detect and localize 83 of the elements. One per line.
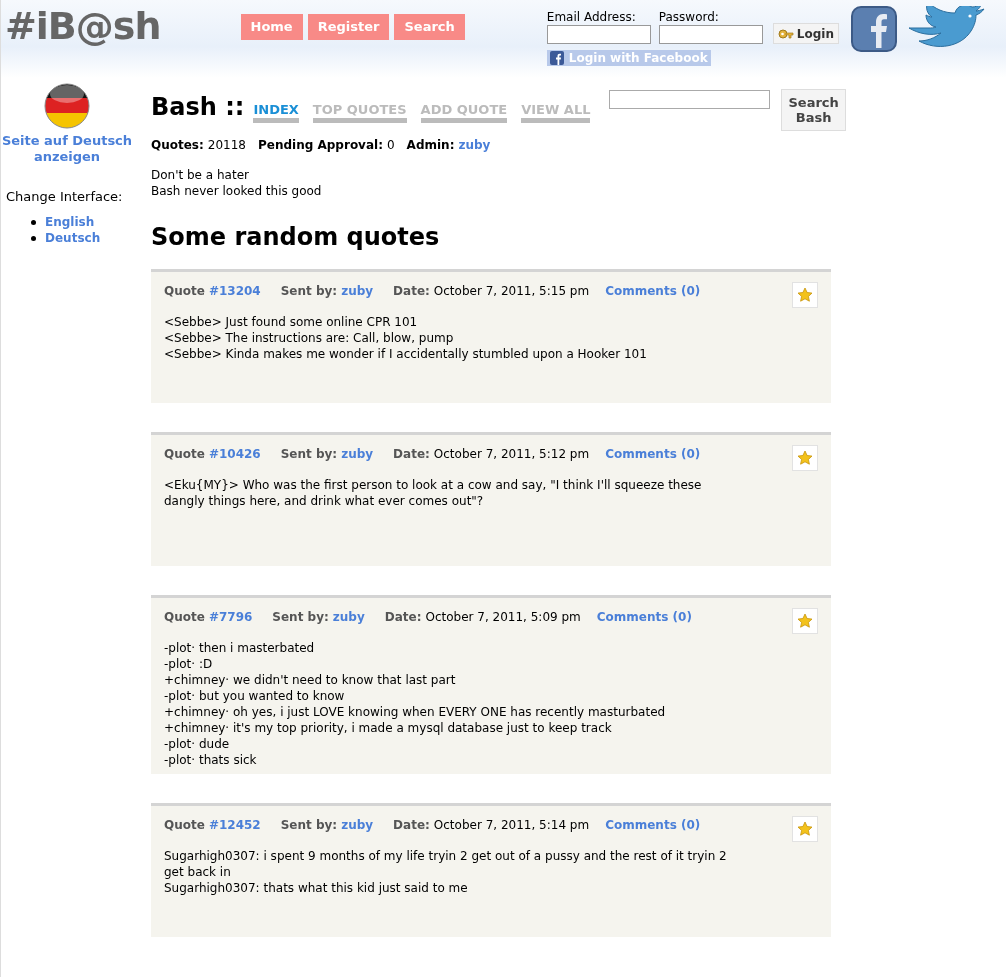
nav-tab[interactable]: ADD QUOTE <box>420 102 508 123</box>
quote-line: +chimney· we didn't need to know that last part <box>164 672 457 688</box>
quote-date: October 7, 2011, 5:09 pm <box>425 610 581 624</box>
admin-link[interactable]: zuby <box>458 138 491 152</box>
sender-link[interactable]: zuby <box>341 818 374 832</box>
email-field[interactable] <box>546 25 651 44</box>
nav-tab[interactable]: VIEW ALL <box>521 102 591 123</box>
stat-label: Pending Approval: <box>258 138 383 152</box>
search-button[interactable]: Search Bash <box>781 89 846 131</box>
quote-number-link[interactable]: #10426 <box>208 447 261 461</box>
quote-line: Sugarhigh0307: i spent 9 months of my life tryin 2 get out of a pussy and the rest of it tryin 2 get back in <box>164 848 728 880</box>
sent-by-label: Sent by: <box>280 284 338 298</box>
star-icon <box>797 613 813 629</box>
quote-line: <Sebbe> Just found some online CPR 101 <box>164 314 419 330</box>
facebook-icon <box>549 51 564 65</box>
email-label: Email Address: <box>546 10 637 24</box>
password-field[interactable] <box>658 25 763 44</box>
nav-button[interactable]: Search <box>394 14 465 40</box>
comments-link[interactable]: Comments (0) <box>605 818 701 832</box>
date-label: Date: <box>393 818 430 832</box>
nav-tab[interactable]: INDEX <box>253 102 299 123</box>
favorite-button[interactable] <box>792 816 818 842</box>
quote-line: <Sebbe> Kinda makes me wonder if I accidentally stumbled upon a Hooker 101 <box>164 346 648 362</box>
stat-value: 0 <box>386 138 395 152</box>
site-logo[interactable]: #iB@sh <box>5 1 161 51</box>
password-label: Password: <box>658 10 720 24</box>
sent-by-label: Sent by: <box>272 610 329 624</box>
nav-tab[interactable]: TOP QUOTES <box>312 102 407 123</box>
favorite-button[interactable] <box>792 282 818 308</box>
quote-label: Quote <box>164 610 205 624</box>
quote-line: -plot· but you wanted to know <box>164 688 346 704</box>
quote-line: <Eku{MY}> Who was the first person to look at a cow and say, "I think I'll squeeze these dangly things here, and drink what ever comes out"? <box>164 477 703 509</box>
star-icon <box>797 450 813 466</box>
quote-label: Quote <box>164 447 205 461</box>
star-icon <box>797 821 813 837</box>
favorite-button[interactable] <box>792 445 818 471</box>
nav-button[interactable]: Home <box>240 14 303 40</box>
section-heading: Some random quotes <box>151 222 441 253</box>
tagline-text: Bash never looked this good <box>151 183 323 199</box>
quote-line: -plot· dude <box>164 736 231 752</box>
stat-value: 20118 <box>207 138 246 152</box>
quote-number-link[interactable]: #7796 <box>208 610 253 624</box>
favorite-button[interactable] <box>792 608 818 634</box>
sender-link[interactable]: zuby <box>341 284 374 298</box>
stat-label: Quotes: <box>151 138 204 152</box>
quote-line: +chimney· it's my top priority, i made a mysql database just to keep track <box>164 720 613 736</box>
tagline-text: Don't be a hater <box>151 167 250 183</box>
date-label: Date: <box>393 447 430 461</box>
date-label: Date: <box>384 610 422 624</box>
facebook-icon[interactable] <box>850 6 897 52</box>
interface-link[interactable]: English <box>45 214 95 230</box>
quote-line: -plot· then i masterbated <box>164 640 316 656</box>
quote-date: October 7, 2011, 5:14 pm <box>433 818 590 832</box>
search-field[interactable] <box>609 90 771 109</box>
nav-button[interactable]: Register <box>307 14 390 40</box>
quote-label: Quote <box>164 818 205 832</box>
interface-link[interactable]: Deutsch <box>45 230 101 246</box>
quote-label: Quote <box>164 284 205 298</box>
comments-link[interactable]: Comments (0) <box>596 610 692 624</box>
date-label: Date: <box>393 284 430 298</box>
key-icon <box>777 26 794 41</box>
sender-link[interactable]: zuby <box>332 610 365 624</box>
quote-line: -plot· :D <box>164 656 214 672</box>
comments-link[interactable]: Comments (0) <box>605 284 701 298</box>
comments-link[interactable]: Comments (0) <box>605 447 701 461</box>
quote-line: -plot· thats sick <box>164 752 258 768</box>
page-title: Bash :: <box>151 93 245 121</box>
quote-number-link[interactable]: #13204 <box>208 284 261 298</box>
quote-line: Sugarhigh0307: thats what this kid just said to me <box>164 880 469 896</box>
login-button[interactable]: Login <box>772 23 839 44</box>
sent-by-label: Sent by: <box>280 818 338 832</box>
quote-line: <Sebbe> The instructions are: Call, blow, pump <box>164 330 455 346</box>
quote-line: +chimney· oh yes, i just LOVE knowing when EVERY ONE has recently masturbated <box>164 704 667 720</box>
quote-date: October 7, 2011, 5:15 pm <box>433 284 590 298</box>
interface-label: Change Interface: <box>6 189 123 204</box>
quote-date: October 7, 2011, 5:12 pm <box>433 447 590 461</box>
stat-label: Admin: <box>406 138 455 152</box>
star-icon <box>797 287 813 303</box>
language-link[interactable]: Seite auf Deutsch anzeigen <box>1 133 138 165</box>
german-flag-icon[interactable] <box>44 83 90 129</box>
sender-link[interactable]: zuby <box>341 447 374 461</box>
quote-number-link[interactable]: #12452 <box>208 818 261 832</box>
sent-by-label: Sent by: <box>280 447 338 461</box>
